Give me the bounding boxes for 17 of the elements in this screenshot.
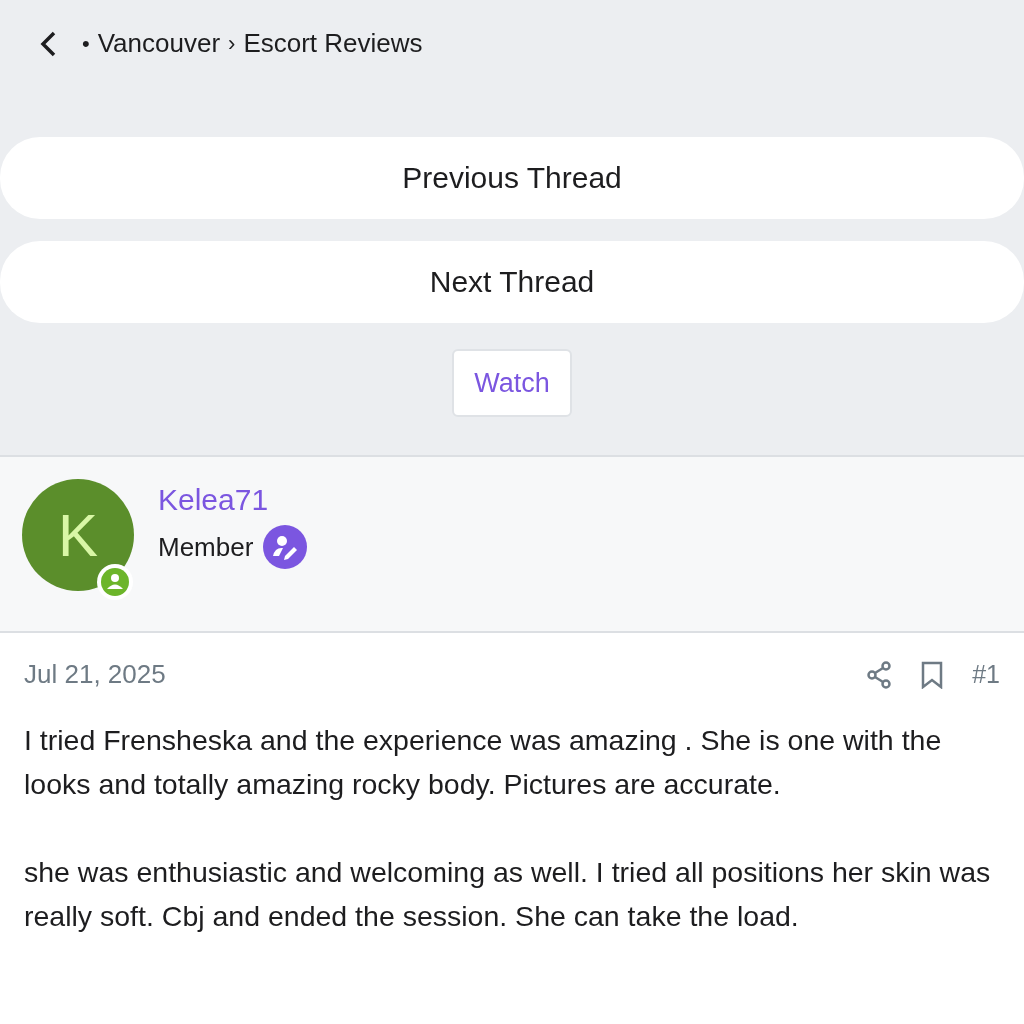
- user-role: Member: [158, 531, 254, 563]
- breadcrumb-link[interactable]: Escort Reviews: [243, 28, 423, 59]
- thread-nav-button[interactable]: Next Thread: [0, 241, 1024, 323]
- breadcrumb-bullet: •: [82, 30, 90, 57]
- post-paragraph: she was enthusiastic and welcoming as well. I tried all positions her skin was really soft. Cbj and ended the session. She can take the load.: [24, 855, 992, 934]
- share-icon[interactable]: [866, 660, 893, 689]
- thread-nav-button[interactable]: Previous Thread: [0, 137, 1024, 219]
- bookmark-icon[interactable]: [920, 660, 945, 689]
- username-link[interactable]: Kelea71: [158, 483, 308, 517]
- post-date: Jul 21, 2025: [24, 659, 166, 690]
- post-number-link[interactable]: #1: [972, 660, 1000, 689]
- breadcrumb-link[interactable]: Vancouver: [97, 28, 221, 59]
- breadcrumb-separator: ›: [228, 30, 236, 57]
- back-icon[interactable]: [38, 29, 58, 58]
- pen-badge-icon: [263, 525, 308, 569]
- watch-button[interactable]: Watch: [452, 349, 572, 417]
- post-paragraph: I tried Frensheska and the experience was amazing . She is one with the looks and totally amazing rocky body. Pictures are accurate.: [24, 723, 943, 802]
